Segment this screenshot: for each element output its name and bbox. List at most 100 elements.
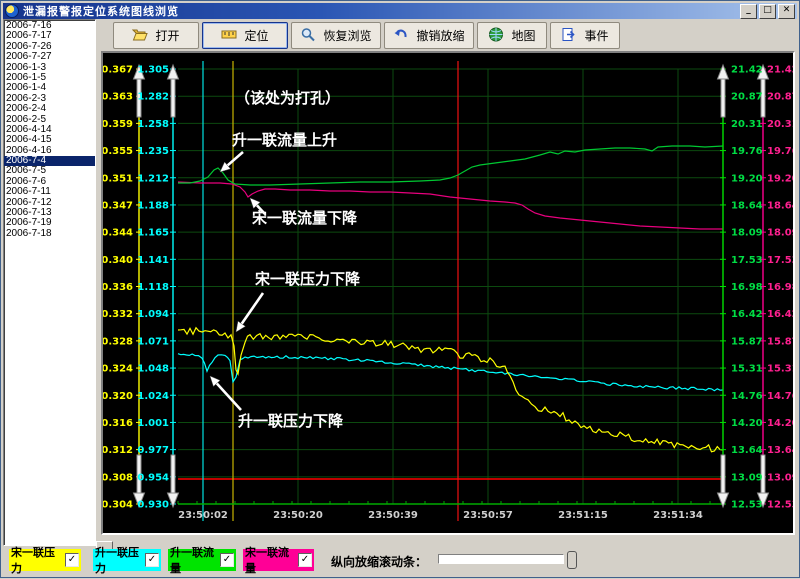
- curve-chart[interactable]: 0.3670.3630.3590.3550.3510.3470.3440.340…: [103, 53, 793, 533]
- legend-label: 宋一联流量: [245, 544, 295, 576]
- axis-down-arrow: [168, 455, 179, 507]
- axis-up-arrow: [168, 65, 179, 117]
- tick-label: 15.31: [767, 364, 793, 375]
- minimize-button[interactable]: _: [740, 4, 757, 19]
- tick-label: 19.76: [767, 146, 793, 157]
- tick-label: 0.312: [103, 445, 133, 456]
- tick-label: 0.308: [103, 472, 133, 483]
- legend-checkbox[interactable]: ✓: [298, 553, 312, 567]
- axis-up-arrow: [718, 65, 729, 117]
- annotation-text: （该处为打孔）: [235, 89, 340, 107]
- tick-label: 0.332: [103, 309, 133, 320]
- unzoom-button[interactable]: 撤销放缩: [384, 22, 474, 49]
- tick-label: 17.53: [767, 255, 793, 266]
- tick-label: 21.42: [731, 65, 763, 76]
- legend-label: 升一联流量: [170, 544, 217, 576]
- tick-label: 13.09: [731, 472, 763, 483]
- tick-label: 0.359: [103, 119, 133, 130]
- tick-label: 20.31: [731, 119, 763, 130]
- app-icon: [5, 4, 19, 18]
- toolbar-button-label: 撤销放缩: [416, 27, 464, 44]
- tick-label: 18.09: [767, 228, 793, 239]
- tick-label: 12.53: [731, 500, 763, 511]
- legend-label: 宋一联压力: [11, 544, 62, 576]
- tick-label: 0.367: [103, 65, 133, 76]
- tick-label: 0.351: [103, 173, 133, 184]
- vertical-zoom-slider-track[interactable]: [438, 554, 564, 564]
- tick-label: 20.87: [731, 92, 763, 103]
- legend-item-升一联流量[interactable]: 升一联流量✓: [168, 549, 236, 571]
- tick-label: 14.20: [767, 418, 793, 429]
- tick-label: 0.336: [103, 282, 133, 293]
- tick-label: 15.31: [731, 364, 763, 375]
- event-button[interactable]: 事件: [550, 22, 620, 49]
- open-button[interactable]: 打开: [113, 22, 199, 49]
- tick-label: 0.328: [103, 336, 133, 347]
- tick-label: 12.53: [767, 500, 793, 511]
- window-title: 泄漏报警报定位系统图线浏览: [23, 3, 740, 19]
- tick-label: 0.363: [103, 92, 133, 103]
- tick-label: 0.324: [103, 364, 133, 375]
- annotation-arrowhead: [236, 321, 245, 332]
- tick-label: 20.87: [767, 92, 793, 103]
- legend-item-宋一联压力[interactable]: 宋一联压力✓: [9, 549, 81, 571]
- legend-checkbox[interactable]: ✓: [145, 553, 159, 567]
- tick-label: 0.320: [103, 391, 133, 402]
- locate-icon: [221, 27, 237, 45]
- tick-label: 0.930: [137, 500, 169, 511]
- event-icon: [561, 27, 577, 45]
- toolbar: 打开 定位 恢复浏览 撤销放缩地图事件: [113, 22, 620, 49]
- toolbar-button-label: 恢复浏览: [323, 27, 371, 44]
- tick-label: 14.20: [731, 418, 763, 429]
- tick-label: 18.64: [731, 200, 763, 211]
- tick-label: 1.165: [137, 228, 169, 239]
- list-item[interactable]: 2006-7-18: [4, 229, 95, 239]
- app-window: { "window": { "title": "泄漏报警报定位系统图线浏览", …: [0, 0, 800, 578]
- legend-item-升一联压力[interactable]: 升一联压力✓: [93, 549, 161, 571]
- tick-label: 0.347: [103, 200, 133, 211]
- maximize-button[interactable]: □: [759, 4, 776, 19]
- series-升一联压力: [178, 354, 723, 391]
- list-item[interactable]: 2006-2-4: [4, 104, 95, 114]
- title-bar: 泄漏报警报定位系统图线浏览 _ □ ✕: [3, 3, 797, 19]
- tick-label: 1.071: [137, 336, 169, 347]
- vertical-zoom-slider-thumb[interactable]: [567, 551, 577, 569]
- tick-label: 1.141: [137, 255, 169, 266]
- tick-label: 0.344: [103, 228, 133, 239]
- close-button[interactable]: ✕: [778, 4, 795, 19]
- tick-label: 16.42: [731, 309, 763, 320]
- legend-item-宋一联流量[interactable]: 宋一联流量✓: [243, 549, 314, 571]
- tick-label: 1.094: [137, 309, 169, 320]
- tick-label: 16.42: [767, 309, 793, 320]
- chart-panel[interactable]: 0.3670.3630.3590.3550.3510.3470.3440.340…: [101, 51, 795, 535]
- tick-label: 19.20: [767, 173, 793, 184]
- tick-label: 17.53: [731, 255, 763, 266]
- locate-button[interactable]: 定位: [202, 22, 288, 49]
- tick-label: 13.64: [767, 445, 793, 456]
- tick-label: 23:50:20: [273, 510, 323, 521]
- annotation-arrow: [242, 293, 263, 324]
- legend-checkbox[interactable]: ✓: [65, 553, 79, 567]
- tick-label: 1.048: [137, 364, 169, 375]
- tick-label: 16.98: [767, 282, 793, 293]
- map-button[interactable]: 地图: [477, 22, 547, 49]
- legend-checkbox[interactable]: ✓: [220, 553, 234, 567]
- tick-label: 14.76: [767, 391, 793, 402]
- tick-label: 1.001: [137, 418, 169, 429]
- toolbar-button-label: 定位: [244, 27, 268, 44]
- tick-label: 1.024: [137, 391, 169, 402]
- restore-button[interactable]: 恢复浏览: [291, 22, 381, 49]
- legend-row: 纵向放缩滚动条： 宋一联压力✓升一联压力✓升一联流量✓宋一联流量✓: [1, 547, 800, 579]
- tick-label: 1.118: [137, 282, 169, 293]
- axis-down-arrow: [718, 455, 729, 507]
- annotation-text: 宋一联压力下降: [254, 270, 361, 288]
- series-升一联流量: [178, 146, 723, 185]
- vertical-zoom-label: 纵向放缩滚动条：: [331, 553, 427, 570]
- tick-label: 23:51:34: [653, 510, 703, 521]
- date-list[interactable]: 2006-7-162006-7-172006-7-262006-7-272006…: [3, 19, 96, 546]
- globe-icon: [488, 27, 504, 45]
- list-item[interactable]: 2006-7-27: [4, 52, 95, 62]
- tick-label: 16.98: [731, 282, 763, 293]
- tick-label: 1.258: [137, 119, 169, 130]
- tick-label: 0.355: [103, 146, 133, 157]
